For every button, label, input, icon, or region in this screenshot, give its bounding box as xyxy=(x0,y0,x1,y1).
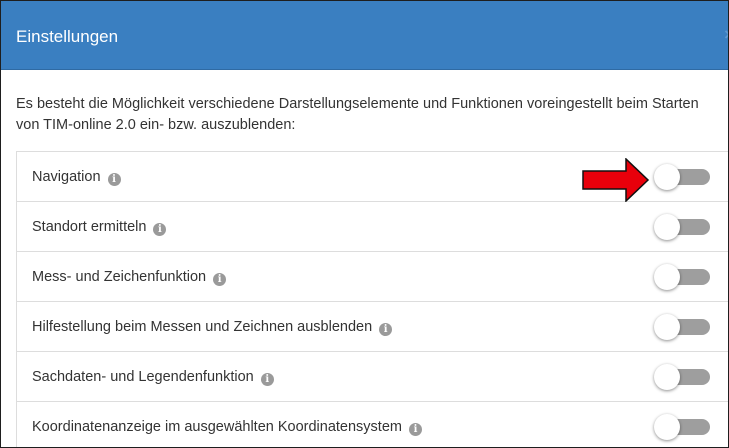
intro-text: Es besteht die Möglichkeit verschiedene … xyxy=(16,96,699,133)
info-icon[interactable]: i xyxy=(107,173,121,186)
mess-zeichen-toggle[interactable] xyxy=(654,264,710,290)
setting-row-koordinaten: Koordinatenanzeige im ausgewählten Koord… xyxy=(17,402,728,447)
info-icon[interactable]: i xyxy=(260,373,274,386)
toggle-knob xyxy=(654,364,680,390)
setting-row-hilfestellung: Hilfestellung beim Messen und Zeichnen a… xyxy=(17,302,728,352)
toggle-knob xyxy=(654,314,680,340)
setting-label: Hilfestellung beim Messen und Zeichnen a… xyxy=(32,319,373,335)
info-icon[interactable]: i xyxy=(153,223,167,236)
hilfestellung-toggle[interactable] xyxy=(654,314,710,340)
setting-label: Mess- und Zeichenfunktion xyxy=(32,269,207,285)
standort-toggle[interactable] xyxy=(654,214,710,240)
setting-label: Koordinatenanzeige im ausgewählten Koord… xyxy=(32,419,402,435)
setting-label: Navigation xyxy=(32,169,101,185)
sachdaten-toggle[interactable] xyxy=(654,364,710,390)
toggle-knob xyxy=(654,214,680,240)
setting-row-sachdaten: Sachdaten- und Legendenfunktion i xyxy=(17,352,728,402)
info-icon[interactable]: i xyxy=(379,323,393,336)
info-icon[interactable]: i xyxy=(408,423,422,436)
navigation-toggle[interactable] xyxy=(654,164,710,190)
toggle-knob xyxy=(654,164,680,190)
setting-label: Sachdaten- und Legendenfunktion xyxy=(32,369,254,385)
close-icon[interactable]: × xyxy=(724,25,728,45)
dialog-title: Einstellungen xyxy=(16,27,119,46)
dialog-header: Einstellungen × xyxy=(1,1,728,70)
info-icon[interactable]: i xyxy=(213,273,227,286)
setting-label: Standort ermitteln xyxy=(32,219,147,235)
setting-row-mess-zeichen: Mess- und Zeichenfunktion i xyxy=(17,252,728,302)
settings-dialog: Einstellungen × Es besteht die Möglichke… xyxy=(0,0,729,448)
toggle-knob xyxy=(654,264,680,290)
toggle-knob xyxy=(654,414,680,440)
koordinaten-toggle[interactable] xyxy=(654,414,710,440)
setting-row-standort: Standort ermitteln i xyxy=(17,202,728,252)
red-arrow-icon xyxy=(582,158,650,202)
